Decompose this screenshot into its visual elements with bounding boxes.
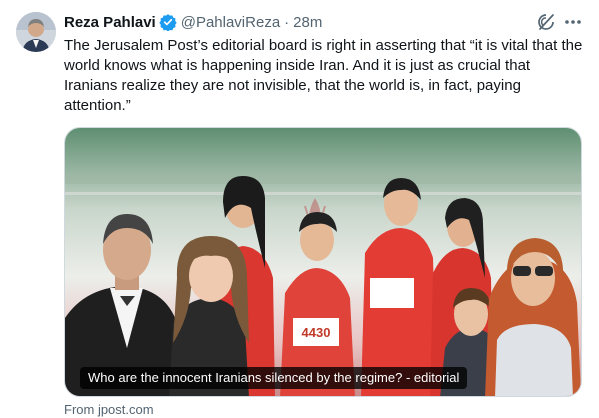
author-name[interactable]: Reza Pahlavi xyxy=(64,14,156,31)
tweet-header: Reza Pahlavi @PahlaviReza · 28m xyxy=(64,12,322,32)
card-photo-collage: 4430 xyxy=(65,128,581,396)
bib-number-1: 4430 xyxy=(302,325,331,340)
more-horizontal-icon[interactable] xyxy=(563,12,583,32)
verified-badge-icon xyxy=(159,13,177,31)
avatar-image xyxy=(16,12,56,52)
card-source-link[interactable]: From jpost.com xyxy=(64,402,154,417)
grok-icon[interactable] xyxy=(536,12,556,32)
header-separator: · xyxy=(284,13,290,31)
tweet-text: The Jerusalem Post’s editorial board is … xyxy=(64,37,583,114)
card-caption: Who are the innocent Iranians silenced b… xyxy=(80,367,468,389)
author-avatar[interactable] xyxy=(16,12,56,52)
tweet-timestamp[interactable]: 28m xyxy=(293,14,322,31)
author-handle[interactable]: @PahlaviReza xyxy=(181,14,280,31)
link-card-image[interactable]: 4430 Who are the innocent Iranians silen… xyxy=(64,127,582,397)
